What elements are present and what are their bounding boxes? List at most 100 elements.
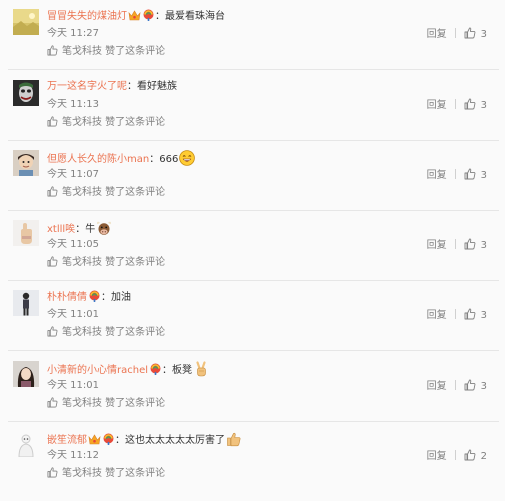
thumbs-up-icon xyxy=(464,449,476,461)
thumbs-up-icon xyxy=(464,379,476,391)
comment-line: 但愿人长久的陈小man：666 xyxy=(47,150,196,166)
reply-button[interactable]: 回复 xyxy=(427,170,447,181)
author-liked-note: 笔戈科技 赞了这条评论 xyxy=(47,186,165,199)
action-divider xyxy=(454,169,456,179)
author-liked-text: 笔戈科技 赞了这条评论 xyxy=(62,46,166,57)
like-button[interactable]: 3 xyxy=(464,379,487,392)
thumbs-up-icon xyxy=(464,308,476,320)
avatar[interactable] xyxy=(13,80,39,106)
comment-timestamp: 今天 11:01 xyxy=(47,309,99,320)
reply-button[interactable]: 回复 xyxy=(427,29,447,40)
author-liked-text: 笔戈科技 赞了这条评论 xyxy=(62,398,166,409)
username-link[interactable]: 小清新的小心情rachel xyxy=(47,365,148,376)
colon-separator: ： xyxy=(162,365,173,376)
like-button[interactable]: 2 xyxy=(464,449,487,462)
author-liked-text: 笔戈科技 赞了这条评论 xyxy=(62,187,166,198)
action-divider xyxy=(454,309,456,319)
like-button[interactable]: 3 xyxy=(464,168,487,181)
username-link[interactable]: 万一这名字火了呢 xyxy=(47,81,127,92)
action-divider xyxy=(454,99,456,109)
rainbow-badge xyxy=(88,290,101,302)
rainbow-badge xyxy=(149,363,162,375)
comment-line: 嵌笙流郁 ：这也太太太太太厉害了 xyxy=(47,431,242,447)
comment-timestamp: 今天 11:27 xyxy=(47,28,99,39)
comment-line: 万一这名字火了呢：看好魅族 xyxy=(47,80,177,94)
comment-text: 666 xyxy=(159,154,179,165)
colon-separator: ： xyxy=(149,154,160,165)
author-liked-text: 笔戈科技 赞了这条评论 xyxy=(62,117,166,128)
like-button[interactable]: 3 xyxy=(464,98,487,111)
author-liked-note: 笔戈科技 赞了这条评论 xyxy=(47,116,165,129)
reply-button[interactable]: 回复 xyxy=(427,240,447,251)
thumbs-up-icon xyxy=(464,238,476,250)
victory-hand-emoji xyxy=(193,361,209,377)
like-button[interactable]: 3 xyxy=(464,27,487,40)
thumbs-up-icon xyxy=(47,397,58,408)
avatar[interactable] xyxy=(13,431,39,457)
author-liked-note: 笔戈科技 赞了这条评论 xyxy=(47,326,165,339)
reply-button[interactable]: 回复 xyxy=(427,451,447,462)
cow-emoji xyxy=(96,220,112,236)
thumbs-up-icon xyxy=(47,326,58,337)
comment-actions: 回复 3 xyxy=(427,238,487,251)
like-count: 3 xyxy=(480,100,487,111)
like-button[interactable]: 3 xyxy=(464,308,487,321)
comment-actions: 回复 3 xyxy=(427,168,487,181)
action-divider xyxy=(454,28,456,38)
comment-text: 这也太太太太太厉害了 xyxy=(125,435,225,446)
comment-item: 万一这名字火了呢：看好魅族 今天 11:13 笔戈科技 赞了这条评论 回复 3 xyxy=(0,80,505,150)
like-button[interactable]: 3 xyxy=(464,238,487,251)
comment-line: 冒冒失失的煤油灯 ：最爱看珠海台 xyxy=(47,9,225,23)
laughing-emoji xyxy=(179,150,196,166)
avatar[interactable] xyxy=(13,220,39,246)
comment-text: 加油 xyxy=(111,292,131,303)
vip-crown-badge xyxy=(88,433,101,445)
colon-separator: ： xyxy=(155,11,165,22)
username-link[interactable]: 朴朴倩倩 xyxy=(47,292,87,303)
reply-button[interactable]: 回复 xyxy=(427,100,447,111)
comment-item: 但愿人长久的陈小man：666 今天 11:07 笔戈科技 赞了这条评论 回复 3 xyxy=(0,150,505,220)
avatar[interactable] xyxy=(13,150,39,176)
comment-text: 牛 xyxy=(85,224,96,235)
comment-line: 小清新的小心情rachel ：板凳 xyxy=(47,361,209,377)
username-link[interactable]: 嵌笙流郁 xyxy=(47,435,87,446)
thumbs-up-icon xyxy=(47,186,58,197)
like-count: 3 xyxy=(480,381,487,392)
username-link[interactable]: 但愿人长久的陈小man xyxy=(47,154,149,165)
colon-separator: ： xyxy=(127,81,137,92)
thumbs-up-icon xyxy=(47,116,58,127)
author-liked-text: 笔戈科技 赞了这条评论 xyxy=(62,327,166,338)
username-link[interactable]: 冒冒失失的煤油灯 xyxy=(47,11,127,22)
reply-button[interactable]: 回复 xyxy=(427,310,447,321)
comment-item: 嵌笙流郁 ：这也太太太太太厉害了 今天 11:12 笔戈科技 赞了这条评论 回复 2 xyxy=(0,431,505,501)
author-liked-text: 笔戈科技 赞了这条评论 xyxy=(62,468,166,479)
comment-text: 看好魅族 xyxy=(137,81,177,92)
comment-actions: 回复 3 xyxy=(427,98,487,111)
comment-item: 冒冒失失的煤油灯 ：最爱看珠海台今天 11:27 笔戈科技 赞了这条评论 回复 3 xyxy=(0,9,505,79)
thumbs-up-icon xyxy=(464,98,476,110)
avatar[interactable] xyxy=(13,361,39,387)
action-divider xyxy=(454,450,456,460)
colon-separator: ： xyxy=(115,435,125,446)
like-count: 3 xyxy=(480,240,487,251)
comment-text: 最爱看珠海台 xyxy=(165,11,225,22)
thumbs-up-icon xyxy=(464,168,476,180)
thumbs-up-icon xyxy=(47,45,58,56)
comment-timestamp: 今天 11:01 xyxy=(47,380,99,391)
author-liked-note: 笔戈科技 赞了这条评论 xyxy=(47,256,165,269)
comment-timestamp: 今天 11:05 xyxy=(47,239,99,250)
thumbs-up-icon xyxy=(47,467,58,478)
avatar[interactable] xyxy=(13,9,39,35)
rainbow-badge xyxy=(102,433,115,445)
like-count: 3 xyxy=(480,29,487,40)
comment-item: xtlll唉：牛 今天 11:05 笔戈科技 赞了这条评论 回复 3 xyxy=(0,220,505,290)
username-link[interactable]: xtlll唉 xyxy=(47,224,75,235)
comment-timestamp: 今天 11:07 xyxy=(47,169,99,180)
avatar[interactable] xyxy=(13,290,39,316)
reply-button[interactable]: 回复 xyxy=(427,381,447,392)
comment-actions: 回复 3 xyxy=(427,27,487,40)
author-liked-note: 笔戈科技 赞了这条评论 xyxy=(47,397,165,410)
comment-line: 朴朴倩倩 ：加油 xyxy=(47,290,131,304)
action-divider xyxy=(454,239,456,249)
comment-actions: 回复 2 xyxy=(427,449,487,462)
